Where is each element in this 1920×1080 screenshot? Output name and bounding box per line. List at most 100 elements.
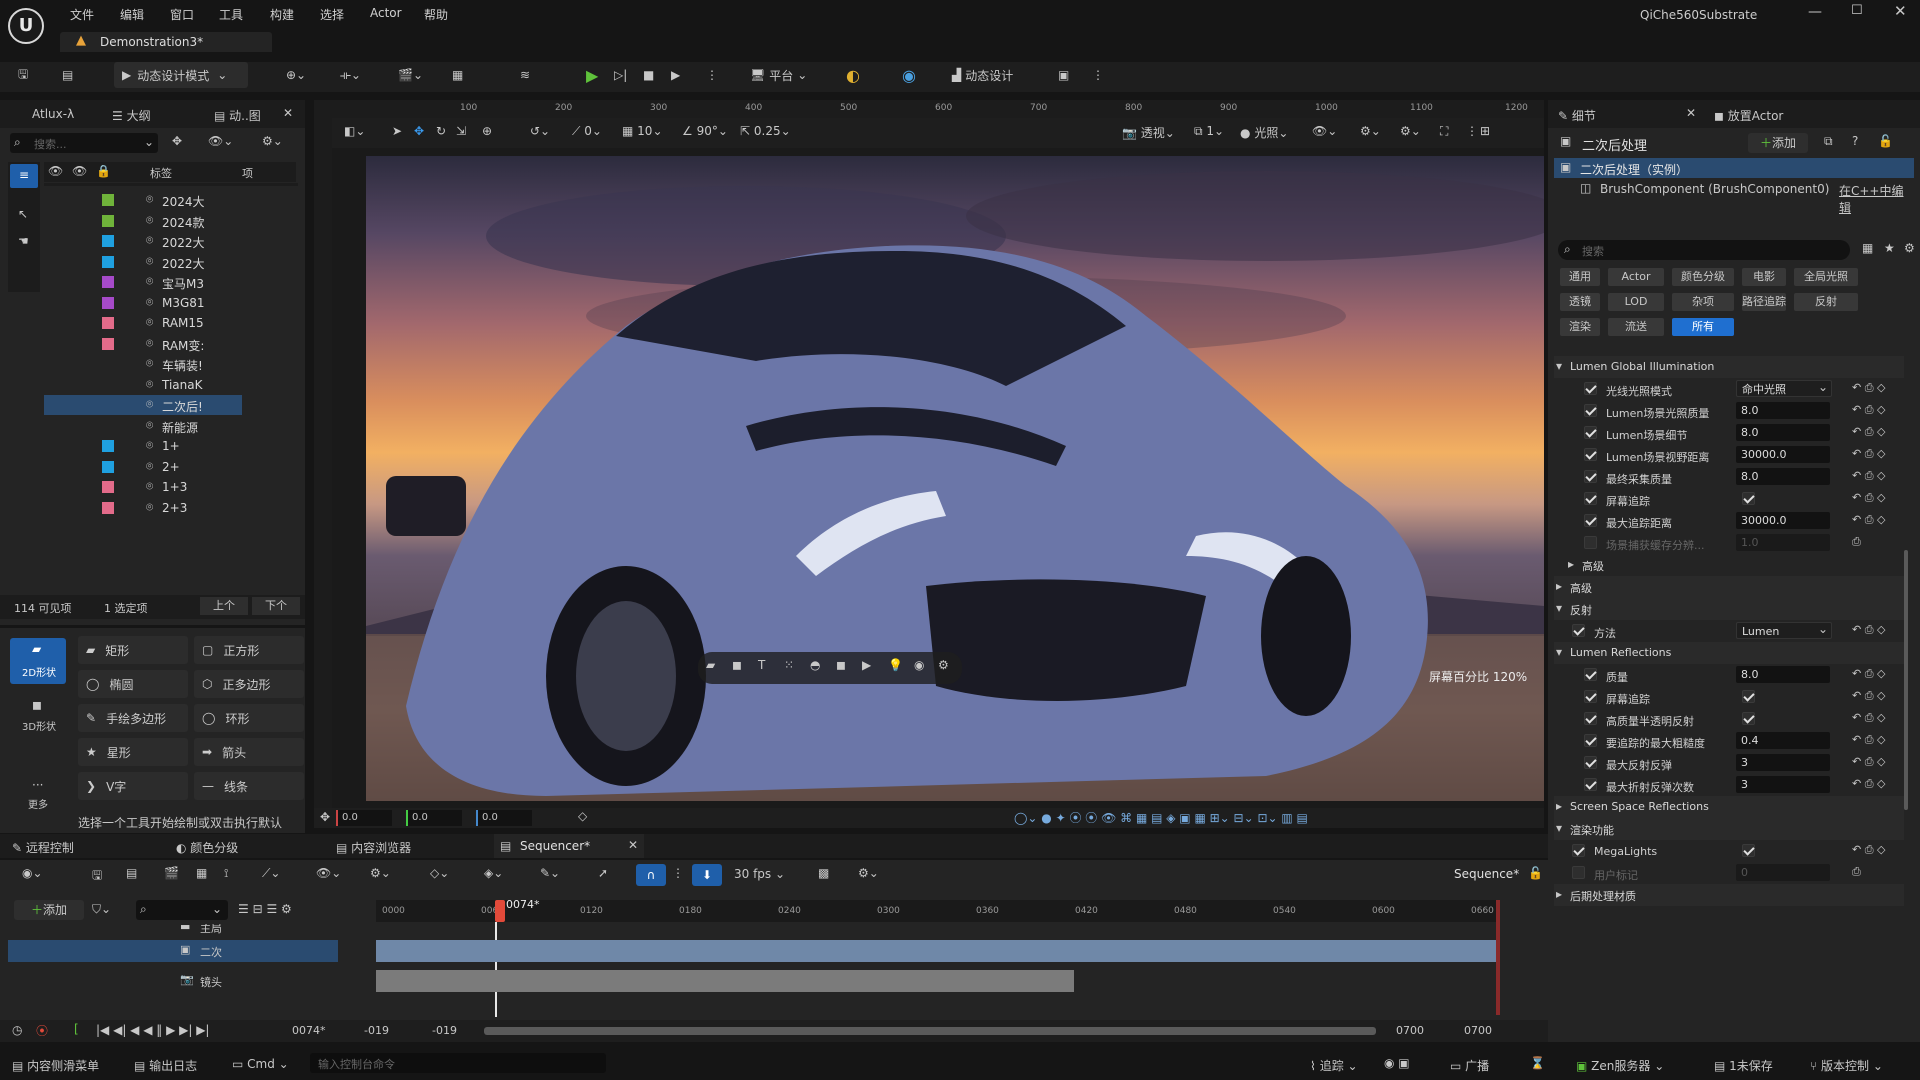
pin-icon[interactable]: ✥ [172, 134, 182, 148]
menu-window[interactable]: 窗口 [170, 6, 194, 23]
sequencer-track[interactable]: 📷 镜头 [8, 970, 338, 992]
tab-place-actor[interactable]: ◼ 放置Actor [1714, 107, 1783, 124]
post-process-section[interactable] [376, 940, 1496, 962]
menu-edit[interactable]: 编辑 [120, 6, 144, 23]
property-row[interactable]: 质量 8.0 ↶ ⎙ ◇ [1554, 664, 1904, 686]
box-icon[interactable]: ◼ [836, 658, 846, 672]
sequencer-track[interactable]: ▣ 二次 [8, 940, 338, 962]
blueprint-icon[interactable]: ⧉ [1824, 134, 1833, 149]
light-icon[interactable]: 💡 [888, 658, 903, 672]
property-action-icons[interactable]: ↶ ⎙ ◇ [1852, 381, 1885, 395]
viewport-scene[interactable]: ▰ ◼ T ⁙ ◓ ◼ ▶ 💡 ◉ ⚙ 屏幕百分比 120% [366, 156, 1544, 801]
timecode-icon[interactable]: ▩ [818, 866, 829, 880]
fab-icon[interactable]: ◐ [846, 62, 860, 88]
record-status-icon[interactable]: ◉ ▣ [1384, 1056, 1410, 1070]
override-checkbox[interactable] [1584, 514, 1597, 527]
filter-tag[interactable]: 所有 [1672, 318, 1734, 336]
property-value-field[interactable]: 8.0 [1736, 666, 1830, 683]
label-column-header[interactable]: 标签 [150, 165, 172, 181]
tab-outline[interactable]: ☰ 大纲 [112, 107, 151, 124]
shape-tool-button[interactable]: ▢ 正方形 [194, 636, 304, 664]
property-action-icons[interactable]: ↶ ⎙ ◇ [1852, 623, 1885, 637]
mode-3d-button[interactable]: ◼ 3D形状 [10, 694, 66, 740]
property-action-icons[interactable]: ↶ ⎙ ◇ [1852, 425, 1885, 439]
coord-z-field[interactable]: 0.0 [476, 810, 532, 826]
override-checkbox[interactable] [1572, 866, 1585, 879]
property-action-icons[interactable]: ↶ ⎙ ◇ [1852, 447, 1885, 461]
keyframe-icon[interactable]: ◇ [578, 809, 587, 823]
zen-server-button[interactable]: ▣ Zen服务器 ⌄ [1576, 1057, 1664, 1074]
property-value-field[interactable]: 30000.0 [1736, 446, 1830, 463]
lock-icon[interactable]: 🔒 [96, 164, 111, 178]
minimize-icon[interactable]: — [1808, 4, 1822, 20]
component-instance-row[interactable]: ▣ 二次后处理（实例） [1554, 158, 1914, 178]
globe-icon[interactable]: ◉ [902, 62, 916, 88]
filter-tag[interactable]: 透镜 [1560, 293, 1600, 311]
brush-component-row[interactable]: ◫ BrushComponent (BrushComponent0) 在C++中… [1554, 179, 1914, 215]
play-end[interactable]: 0700 [1396, 1024, 1424, 1037]
property-row[interactable]: 要追踪的最大粗糙度 0.4 ↶ ⎙ ◇ [1554, 730, 1904, 752]
property-action-icons[interactable]: ↶ ⎙ ◇ [1852, 843, 1885, 857]
eye-icon[interactable]: ◉ [914, 658, 924, 672]
property-row[interactable]: 最大追踪距离 30000.0 ↶ ⎙ ◇ [1554, 510, 1904, 532]
tab-remote-control[interactable]: ✎ 远程控制 [12, 839, 74, 856]
property-value-field[interactable]: 1.0 [1736, 534, 1830, 551]
type-column-header[interactable]: 项 [242, 165, 253, 181]
layers-button[interactable]: ⧉ 1⌄ [1194, 124, 1224, 139]
graph-icon[interactable]: ⟟ [224, 866, 228, 881]
property-action-icons[interactable]: ↶ ⎙ ◇ [1852, 469, 1885, 483]
filter-tag[interactable]: 通用 [1560, 268, 1600, 286]
save-icon[interactable]: 🖫 [18, 62, 28, 88]
override-checkbox[interactable] [1584, 690, 1597, 703]
property-value-checkbox[interactable] [1742, 492, 1755, 505]
rotation-snap-icon[interactable]: ∠ 90°⌄ [682, 124, 728, 138]
settings-icon[interactable]: ⚙⌄ [1400, 124, 1421, 138]
text-icon[interactable]: T [758, 658, 765, 672]
property-action-icons[interactable]: ↶ ⎙ ◇ [1852, 711, 1885, 725]
outliner-row[interactable]: ⌾ TianaK [44, 375, 244, 395]
add-track-button[interactable]: ＋添加 [14, 900, 84, 920]
details-section-header[interactable]: ▾ 反射 [1554, 598, 1904, 620]
mode-2d-button[interactable]: ▰ 2D形状 [10, 638, 66, 684]
browse-icon[interactable]: ▤ [126, 866, 137, 880]
outliner-row[interactable]: ⌾ RAM变: [44, 334, 244, 354]
shape-tool-button[interactable]: ❯ V字 [78, 772, 188, 800]
property-row[interactable]: 场景捕获缓存分辨... 1.0 ⎙ [1554, 532, 1904, 554]
broadcast-button[interactable]: ▭ 广播 [1450, 1057, 1489, 1074]
property-row[interactable]: Lumen场景光照质量 8.0 ↶ ⎙ ◇ [1554, 400, 1904, 422]
property-row[interactable]: 屏幕追踪 ↶ ⎙ ◇ [1554, 686, 1904, 708]
camera-section[interactable] [376, 970, 1074, 992]
details-section-header[interactable]: ▸ 高级 [1554, 576, 1904, 598]
tab-content-browser[interactable]: ▤ 内容浏览器 [336, 839, 411, 856]
filter-tag[interactable]: LOD [1608, 293, 1664, 311]
options-icon[interactable]: ⚙⌄ [370, 866, 391, 880]
outliner-row[interactable]: ⌾ 二次后! [44, 395, 242, 415]
settings-icon[interactable]: ⚙⌄ [858, 866, 879, 880]
sequencer-track[interactable]: ▬ 主局 [8, 924, 338, 936]
property-value-field[interactable]: 0.4 [1736, 732, 1830, 749]
override-checkbox[interactable] [1572, 844, 1585, 857]
gear-icon[interactable]: ⚙ [938, 658, 949, 672]
property-value-field[interactable]: 8.0 [1736, 402, 1830, 419]
outliner-row[interactable]: ⌾ 2024大 [44, 190, 244, 210]
override-checkbox[interactable] [1572, 624, 1585, 637]
close-window-icon[interactable]: ✕ [1894, 2, 1907, 20]
property-action-icons[interactable]: ↶ ⎙ ◇ [1852, 777, 1885, 791]
filter-tag[interactable]: 路径追踪 [1742, 293, 1786, 311]
outliner-row[interactable]: ⌾ 2+3 [44, 498, 244, 518]
shape-icon[interactable]: ▰ [706, 658, 715, 672]
outliner-row[interactable]: ⌾ 1+ [44, 436, 244, 456]
property-action-icons[interactable]: ⎙ [1852, 535, 1861, 549]
world-icon[interactable]: ◉⌄ [22, 866, 43, 880]
property-action-icons[interactable]: ↶ ⎙ ◇ [1852, 755, 1885, 769]
outliner-row[interactable]: ⌾ 2+ [44, 457, 244, 477]
shape-tool-button[interactable]: ◯ 椭圆 [78, 670, 188, 698]
hand-icon[interactable]: ☚ [18, 234, 29, 248]
more-icon[interactable]: ⋮ [1092, 62, 1104, 88]
tab-dyn[interactable]: ▤ 动..图 [214, 107, 261, 124]
launch-icon[interactable]: ▶ [671, 62, 680, 88]
details-section-header[interactable]: ▾ Lumen Global Illumination [1554, 356, 1904, 378]
help-icon[interactable]: ? [1852, 134, 1858, 148]
outliner-row[interactable]: ⌾ 2022大 [44, 252, 244, 272]
coord-x-field[interactable]: 0.0 [336, 810, 392, 826]
